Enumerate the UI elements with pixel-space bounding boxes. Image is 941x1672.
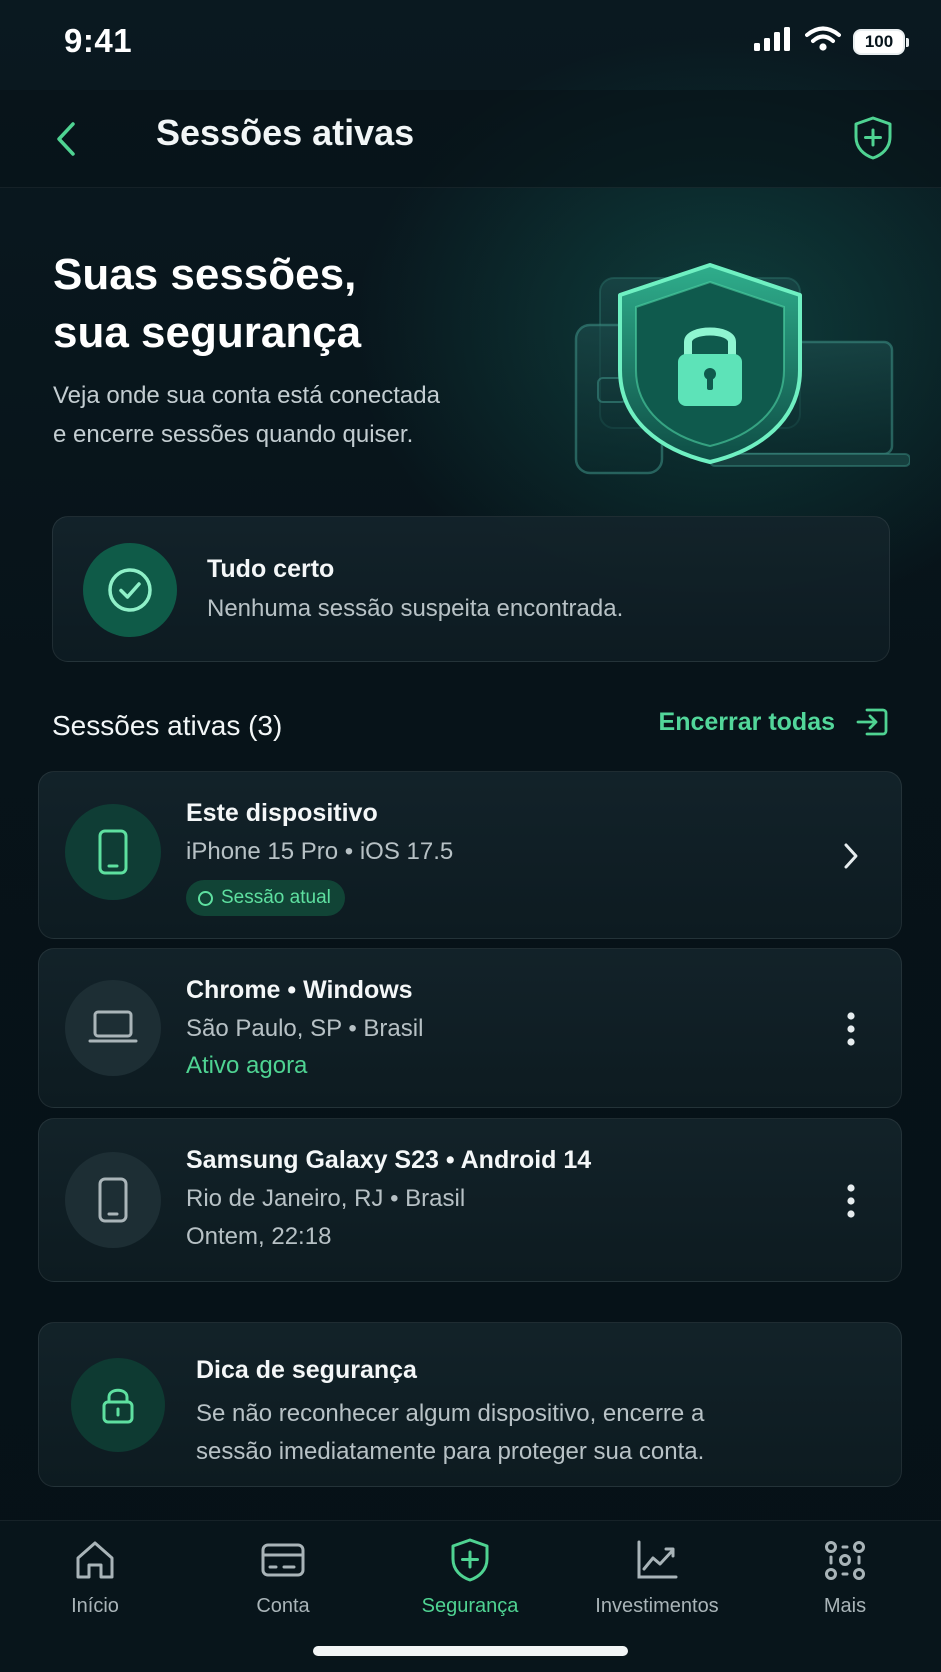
nav-label: Início: [71, 1595, 119, 1617]
back-button[interactable]: [46, 114, 86, 164]
nav-label: Conta: [256, 1595, 310, 1617]
nav-label: Mais: [823, 1595, 867, 1617]
session-row-chrome[interactable]: Chrome • Windows São Paulo, SP • Brasil …: [38, 948, 902, 1108]
lock-icon: [102, 1388, 134, 1424]
tip-text: Se não reconhecer algum dispositivo, enc…: [196, 1395, 704, 1471]
chart-icon: [637, 1540, 678, 1579]
hero-subtitle-line-2: e encerre sessões quando quiser.: [53, 421, 414, 448]
hero-title-line-2: sua segurança: [53, 308, 362, 357]
tip-title: Dica de segurança: [196, 1356, 417, 1384]
nav-item-conta[interactable]: Conta: [193, 1535, 373, 1618]
end-all-sessions-button[interactable]: Encerrar todas: [659, 706, 889, 738]
status-dot-icon: [198, 890, 213, 906]
status-text: Nenhuma sessão suspeita encontrada.: [207, 595, 624, 622]
nav-item-mais[interactable]: Mais: [755, 1535, 935, 1618]
chevron-left-icon: [57, 122, 75, 156]
session-menu-button[interactable]: [831, 1173, 871, 1229]
session-details-button[interactable]: [831, 828, 871, 884]
shield-plus-icon: [854, 116, 892, 160]
current-session-badge-label: Sessão atual: [221, 887, 331, 908]
phone-icon: [98, 829, 128, 875]
phone-icon: [98, 1177, 128, 1223]
end-all-label: Encerrar todas: [658, 707, 835, 736]
tip-text-line-2: sessão imediatamente para proteger sua c…: [196, 1438, 705, 1465]
nav-item-investimentos[interactable]: Investimentos: [567, 1535, 747, 1618]
session-activity: Ativo agora: [186, 1052, 308, 1079]
signal-icon: [753, 26, 793, 57]
more-vertical-icon: [847, 1184, 855, 1218]
tip-lock-circle: [71, 1358, 165, 1452]
current-session-badge: Sessão atual: [186, 880, 345, 916]
session-last-seen: Ontem, 22:18: [186, 1223, 332, 1250]
session-location: Rio de Janeiro, RJ • Brasil: [186, 1185, 466, 1212]
security-illustration: [560, 250, 911, 500]
session-row-samsung[interactable]: Samsung Galaxy S23 • Android 14 Rio de J…: [38, 1118, 902, 1282]
hero-subtitle-line-1: Veja onde sua conta está conectada: [53, 382, 440, 409]
grid-icon: [825, 1541, 865, 1580]
logout-icon: [856, 708, 888, 736]
chevron-right-icon: [844, 843, 858, 869]
hero-subtitle: Veja onde sua conta está conectada e enc…: [53, 376, 513, 454]
nav-label: Investimentos: [595, 1595, 719, 1617]
session-title: Samsung Galaxy S23 • Android 14: [186, 1146, 592, 1174]
battery-icon: 100: [853, 28, 909, 55]
sessions-section-title: Sessões ativas (3): [52, 710, 283, 741]
home-indicator[interactable]: [313, 1646, 628, 1656]
session-title: Chrome • Windows: [186, 976, 413, 1004]
check-circle-icon: [108, 568, 152, 612]
page-title: Sessões ativas: [156, 112, 415, 153]
session-location: São Paulo, SP • Brasil: [186, 1015, 424, 1042]
security-status-card: Tudo certo Nenhuma sessão suspeita encon…: [52, 516, 890, 662]
session-device-circle: [65, 1152, 161, 1248]
status-title: Tudo certo: [207, 555, 335, 583]
hero-title-line-1: Suas sessões,: [53, 250, 357, 299]
session-title: Este dispositivo: [186, 799, 378, 827]
more-vertical-icon: [847, 1012, 855, 1046]
tip-text-line-1: Se não reconhecer algum dispositivo, enc…: [196, 1400, 705, 1427]
shield-icon: [451, 1538, 489, 1582]
status-icons: 100: [753, 26, 909, 57]
status-check-circle: [83, 543, 177, 637]
session-menu-button[interactable]: [831, 1001, 871, 1057]
app-header: Sessões ativas: [0, 90, 941, 188]
wifi-icon: [805, 26, 841, 57]
home-icon: [76, 1541, 114, 1579]
nav-label: Segurança: [421, 1595, 519, 1617]
security-shield-button[interactable]: [847, 112, 899, 164]
hero-title: Suas sessões, sua segurança: [53, 246, 533, 362]
laptop-icon: [88, 1010, 138, 1043]
status-bar: 9:41 100: [0, 0, 941, 90]
nav-item-inicio[interactable]: Início: [5, 1535, 185, 1618]
nav-item-seguranca[interactable]: Segurança: [380, 1535, 560, 1618]
screen: 9:41 100 Sessões ativas Suas sessões, su…: [0, 0, 941, 1672]
session-device-info: iPhone 15 Pro • iOS 17.5: [186, 838, 454, 865]
status-time: 9:41: [64, 22, 133, 59]
session-device-circle: [65, 980, 161, 1076]
session-device-circle: [65, 804, 161, 900]
session-row-current[interactable]: Este dispositivo iPhone 15 Pro • iOS 17.…: [38, 771, 902, 939]
battery-level: 100: [864, 32, 894, 51]
security-tip-card: Dica de segurança Se não reconhecer algu…: [38, 1322, 902, 1487]
card-icon: [261, 1543, 305, 1577]
